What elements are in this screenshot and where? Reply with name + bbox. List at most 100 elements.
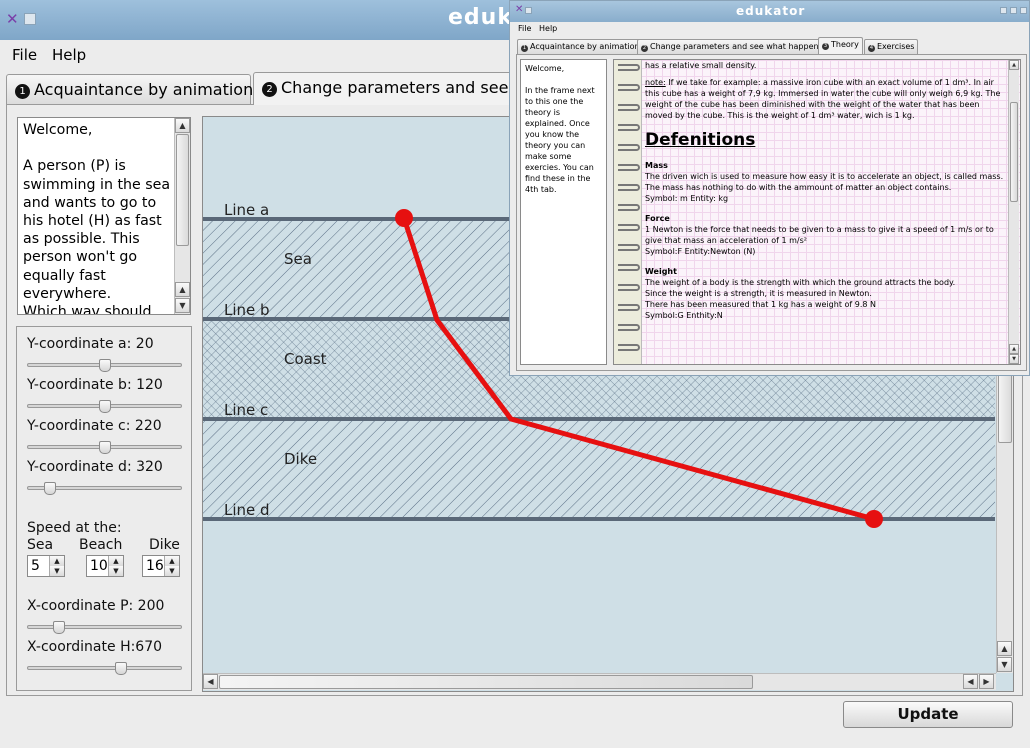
scroll-left-icon[interactable]: ◀ <box>203 674 218 689</box>
theory-content: has a relative small density. note: If w… <box>645 60 1008 321</box>
menu-help[interactable]: Help <box>52 46 86 64</box>
weight-text-1: The weight of a body is the strength wit… <box>645 278 956 287</box>
scroll-left-icon[interactable]: ◀ <box>963 674 978 689</box>
overlay-tab-exercises[interactable]: 4 Exercises <box>864 39 919 54</box>
ring-icon <box>618 144 640 151</box>
overlay-menu-bar: File Help <box>510 22 1029 38</box>
x-coordinate-p-label: X-coordinate P: 200 <box>27 598 165 614</box>
x-coordinate-h-slider[interactable] <box>27 666 182 670</box>
overlay-tab-acquaintance[interactable]: 1 Acquaintance by animation <box>517 39 644 54</box>
slider-handle[interactable] <box>115 662 127 675</box>
speed-label: Speed at the: <box>27 520 122 536</box>
force-text-2: Symbol:F Entity:Newton (N) <box>645 247 756 256</box>
speed-beach-spinbox[interactable]: 10 ▲ ▼ <box>86 555 124 577</box>
close-window-icon[interactable] <box>1020 7 1027 14</box>
slider-handle[interactable] <box>99 400 111 413</box>
scroll-down-icon[interactable]: ▼ <box>175 298 190 313</box>
line-a-label: Line a <box>224 201 269 219</box>
maximize-icon[interactable] <box>1000 7 1007 14</box>
minimize-icon[interactable] <box>525 7 532 14</box>
restore-icon[interactable] <box>1010 7 1017 14</box>
note-paragraph: note: If we take for example: a massive … <box>645 77 1008 121</box>
ring-icon <box>618 64 640 71</box>
speed-sea-label: Sea <box>27 537 54 553</box>
spin-up-icon[interactable]: ▲ <box>164 556 179 566</box>
line-c-label: Line c <box>224 401 268 419</box>
tab-number-3: 3 <box>822 43 829 50</box>
update-button[interactable]: Update <box>843 701 1013 728</box>
scroll-thumb[interactable] <box>219 675 753 689</box>
force-text-1: 1 Newton is the force that needs to be g… <box>645 225 994 245</box>
person-point[interactable] <box>395 209 413 227</box>
tab-change-parameters[interactable]: 2 Change parameters and see wh <box>253 72 537 105</box>
scroll-up-icon[interactable]: ▲ <box>175 282 190 297</box>
note-text: If we take for example: a massive iron c… <box>645 78 1001 120</box>
y-coordinate-b-label: Y-coordinate b: 120 <box>27 377 163 393</box>
tab-acquaintance[interactable]: 1 Acquaintance by animation <box>6 74 253 104</box>
scroll-down-icon[interactable]: ▼ <box>997 657 1012 672</box>
tab-number-1: 1 <box>15 84 30 99</box>
ring-icon <box>618 284 640 291</box>
scroll-down-icon[interactable]: ▼ <box>1009 354 1019 364</box>
welcome-scrollbar[interactable]: ▲ ▲ ▼ <box>174 118 190 314</box>
weight-text-3: There has been measured that 1 kg has a … <box>645 300 877 309</box>
scroll-right-icon[interactable]: ▶ <box>979 674 994 689</box>
overlay-menu-help[interactable]: Help <box>539 24 557 33</box>
line-b-label: Line b <box>224 301 270 319</box>
spin-down-icon[interactable]: ▼ <box>164 566 179 576</box>
close-icon[interactable]: ✕ <box>515 4 523 15</box>
slider-handle[interactable] <box>44 482 56 495</box>
overlay-tab-theory[interactable]: 3 Theory <box>818 37 863 54</box>
welcome-text: Welcome, A person (P) is swimming in the… <box>23 122 171 315</box>
tab-number-1: 1 <box>521 45 528 52</box>
hotel-point[interactable] <box>865 510 883 528</box>
slider-handle[interactable] <box>53 621 65 634</box>
ring-icon <box>618 324 640 331</box>
spin-down-icon[interactable]: ▼ <box>49 566 64 576</box>
spin-up-icon[interactable]: ▲ <box>108 556 123 566</box>
minimize-icon[interactable] <box>24 13 36 25</box>
scroll-thumb[interactable] <box>176 134 189 246</box>
scroll-up-icon[interactable]: ▲ <box>1009 60 1019 70</box>
speed-dike-label: Dike <box>149 537 180 553</box>
ring-icon <box>618 344 640 351</box>
scroll-up-icon[interactable]: ▲ <box>175 118 190 133</box>
tab-number-2: 2 <box>262 82 277 97</box>
tab-label: Change parameters and see wh <box>281 78 537 97</box>
overlay-tab-change-parameters[interactable]: 2 Change parameters and see what happens <box>637 39 827 54</box>
sea-label: Sea <box>284 250 312 268</box>
intro-text: has a relative small density. <box>645 61 757 70</box>
y-coordinate-c-label: Y-coordinate c: 220 <box>27 418 162 434</box>
menu-file[interactable]: File <box>12 46 37 64</box>
speed-sea-value: 5 <box>31 558 40 574</box>
speed-beach-value: 10 <box>90 558 108 574</box>
update-button-label: Update <box>897 705 959 723</box>
speed-sea-spinbox[interactable]: 5 ▲ ▼ <box>27 555 65 577</box>
ring-icon <box>618 84 640 91</box>
welcome-textbox[interactable]: Welcome, A person (P) is swimming in the… <box>17 117 191 315</box>
canvas-horizontal-scrollbar[interactable]: ◀ ◀ ▶ <box>203 673 996 690</box>
overlay-welcome-textbox[interactable]: Welcome, In the frame next to this one t… <box>520 59 607 365</box>
x-coordinate-p-slider[interactable] <box>27 625 182 629</box>
close-icon[interactable]: ✕ <box>6 12 19 27</box>
theory-document[interactable]: has a relative small density. note: If w… <box>613 59 1021 365</box>
line-d-label: Line d <box>224 501 270 519</box>
mass-text-3: Symbol: m Entity: kg <box>645 194 729 203</box>
scroll-up-icon[interactable]: ▲ <box>997 641 1012 656</box>
overlay-welcome-text: Welcome, In the frame next to this one t… <box>525 64 595 194</box>
spin-up-icon[interactable]: ▲ <box>49 556 64 566</box>
ring-icon <box>618 304 640 311</box>
mass-title: Mass <box>645 161 668 170</box>
speed-dike-spinbox[interactable]: 16 ▲ ▼ <box>142 555 180 577</box>
theory-scrollbar[interactable]: ▲ ▲ ▼ <box>1008 60 1019 364</box>
speed-dike-value: 16 <box>146 558 164 574</box>
weight-text-4: Symbol:G Enthity:N <box>645 311 723 320</box>
overlay-menu-file[interactable]: File <box>518 24 531 33</box>
spin-down-icon[interactable]: ▼ <box>108 566 123 576</box>
definitions-heading: Defenitions <box>645 130 756 150</box>
scroll-thumb[interactable] <box>1010 102 1018 202</box>
slider-handle[interactable] <box>99 359 111 372</box>
slider-handle[interactable] <box>99 441 111 454</box>
force-title: Force <box>645 214 670 223</box>
scroll-up-icon[interactable]: ▲ <box>1009 344 1019 354</box>
